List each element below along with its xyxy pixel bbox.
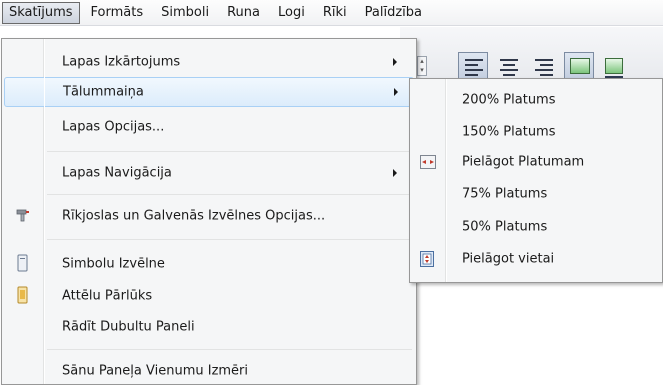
menu-windows[interactable]: Logi bbox=[271, 2, 312, 24]
submenu-item-fit-page[interactable]: Pielāgot vietai bbox=[412, 243, 660, 275]
view-menu-dropdown: Lapas Izkārtojums Tālummaiņa Lapas Opcij… bbox=[1, 38, 417, 385]
menu-separator bbox=[47, 239, 412, 240]
menu-item-label: Lapas Navigācija bbox=[62, 165, 172, 181]
submenu-item-zoom-75[interactable]: 75% Platums bbox=[412, 178, 660, 210]
submenu-item-label: 200% Platums bbox=[462, 92, 556, 108]
submenu-item-zoom-150[interactable]: 150% Platums bbox=[412, 116, 660, 148]
submenu-item-fit-width[interactable]: Pielāgot Platumam bbox=[412, 146, 660, 178]
submenu-item-label: 75% Platums bbox=[462, 186, 548, 202]
submenu-item-label: Pielāgot Platumam bbox=[462, 154, 585, 170]
menu-separator bbox=[47, 194, 412, 195]
symbol-palette-icon bbox=[17, 254, 28, 272]
menu-format[interactable]: Formāts bbox=[84, 2, 151, 24]
image-icon bbox=[605, 58, 623, 74]
menu-item-label: Sānu Paneļa Vienumu Izmēri bbox=[62, 363, 249, 379]
menu-item-toolbar-options[interactable]: Rīkjoslas un Galvenās Izvēlnes Opcijas..… bbox=[4, 201, 414, 231]
zoom-submenu: 200% Platums 150% Platums Pielāgot Platu… bbox=[409, 78, 663, 283]
toolbar-options-icon bbox=[16, 208, 30, 222]
menu-item-page-navigation[interactable]: Lapas Navigācija bbox=[4, 158, 414, 188]
image-icon bbox=[570, 58, 590, 74]
menu-item-dual-panel[interactable]: Rādīt Dubultu Paneli bbox=[4, 312, 414, 342]
image-left-button[interactable] bbox=[564, 52, 594, 79]
align-right-button[interactable] bbox=[528, 52, 558, 79]
menu-symbols[interactable]: Simboli bbox=[154, 2, 216, 24]
menu-item-label: Simbolu Izvēlne bbox=[62, 256, 165, 272]
toolbar: ▴ ▾ bbox=[400, 27, 663, 81]
menu-tools[interactable]: Rīki bbox=[316, 2, 354, 24]
menu-speech[interactable]: Runa bbox=[220, 2, 267, 24]
menu-item-label: Lapas Izkārtojums bbox=[62, 54, 181, 70]
menu-item-page-layout[interactable]: Lapas Izkārtojums bbox=[4, 47, 414, 77]
submenu-item-label: 150% Platums bbox=[462, 124, 556, 140]
fit-width-icon bbox=[420, 155, 436, 169]
menu-item-label: Tālummaiņa bbox=[63, 84, 144, 100]
align-center-button[interactable] bbox=[493, 52, 523, 79]
menu-item-side-panel-sizes[interactable]: Sānu Paneļa Vienumu Izmēri bbox=[4, 356, 414, 385]
submenu-item-label: Pielāgot vietai bbox=[462, 251, 555, 267]
menu-item-label: Rīkjoslas un Galvenās Izvēlnes Opcijas..… bbox=[62, 208, 326, 224]
menu-item-page-options[interactable]: Lapas Opcijas... bbox=[4, 112, 414, 142]
submenu-item-zoom-200[interactable]: 200% Platums bbox=[412, 84, 660, 116]
menu-bar: Skatījums Formāts Simboli Runa Logi Rīki… bbox=[0, 0, 663, 26]
submenu-item-zoom-50[interactable]: 50% Platums bbox=[412, 211, 660, 243]
submenu-arrow-icon bbox=[394, 88, 398, 96]
fit-page-icon bbox=[420, 251, 434, 267]
menu-item-label: Rādīt Dubultu Paneli bbox=[62, 319, 195, 335]
spinner-icon[interactable]: ▴ ▾ bbox=[417, 56, 427, 76]
menu-item-symbol-palette[interactable]: Simbolu Izvēlne bbox=[4, 249, 414, 279]
menu-item-label: Attēlu Pārlūks bbox=[62, 288, 153, 304]
menu-item-image-browser[interactable]: Attēlu Pārlūks bbox=[4, 281, 414, 311]
menu-item-label: Lapas Opcijas... bbox=[62, 119, 165, 135]
image-text-button[interactable] bbox=[599, 52, 629, 79]
image-browser-icon bbox=[17, 286, 28, 304]
menu-help[interactable]: Palīdzība bbox=[358, 2, 429, 24]
menu-view[interactable]: Skatījums bbox=[2, 1, 80, 24]
menu-item-zoom[interactable]: Tālummaiņa bbox=[4, 77, 414, 107]
submenu-arrow-icon bbox=[393, 58, 397, 66]
submenu-arrow-icon bbox=[393, 169, 397, 177]
submenu-item-label: 50% Platums bbox=[462, 219, 548, 235]
menu-separator bbox=[47, 349, 412, 350]
menu-separator bbox=[47, 151, 412, 152]
align-left-button[interactable] bbox=[458, 52, 488, 79]
